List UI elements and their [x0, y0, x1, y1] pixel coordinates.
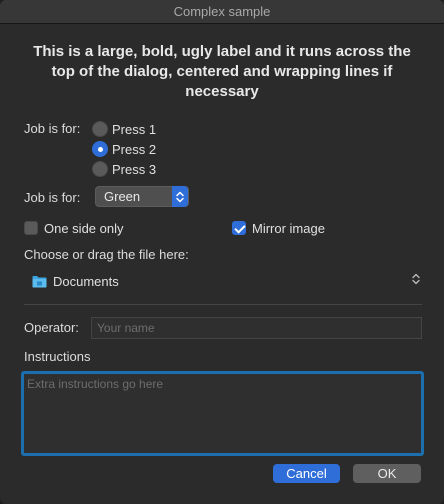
- radio-label: Press 3: [112, 161, 157, 177]
- radio-button[interactable]: [92, 161, 108, 177]
- instructions-label: Instructions: [24, 349, 91, 364]
- headline-label: This is a large, bold, ugly label and it…: [33, 43, 411, 100]
- checkbox-mirror-image[interactable]: Mirror image: [232, 220, 325, 236]
- checkbox-checked[interactable]: [232, 221, 246, 235]
- folder-icon: [32, 275, 47, 288]
- operator-input[interactable]: [91, 317, 422, 339]
- checkbox[interactable]: [24, 221, 38, 235]
- file-chooser-popup[interactable]: Documents: [32, 272, 424, 290]
- checkbox-label: Mirror image: [252, 220, 325, 236]
- chevron-updown-icon: [172, 186, 188, 207]
- radio-button-selected[interactable]: [92, 141, 108, 157]
- radio-label: Press 2: [112, 141, 157, 157]
- radio-label: Press 1: [112, 121, 157, 137]
- radio-button[interactable]: [92, 121, 108, 137]
- instructions-textarea[interactable]: [21, 371, 424, 456]
- radio-press-2[interactable]: Press 2: [92, 140, 156, 158]
- job-radio-label: Job is for:: [24, 121, 81, 136]
- separator: [24, 304, 422, 305]
- operator-label: Operator:: [24, 320, 79, 335]
- radio-press-1[interactable]: Press 1: [92, 120, 156, 138]
- checkbox-one-side[interactable]: One side only: [24, 220, 124, 236]
- job-popup-button[interactable]: Green: [95, 186, 189, 207]
- dialog-window: Complex sample This is a large, bold, ug…: [0, 0, 444, 504]
- cancel-button[interactable]: Cancel: [273, 464, 340, 483]
- chevron-updown-icon: [412, 273, 420, 286]
- popup-value: Green: [104, 189, 141, 204]
- checkbox-label: One side only: [44, 220, 124, 236]
- ok-button[interactable]: OK: [353, 464, 421, 483]
- folder-name: Documents: [53, 273, 119, 289]
- window-title: Complex sample: [0, 0, 444, 24]
- job-popup-label: Job is for:: [24, 190, 81, 205]
- file-chooser-label: Choose or drag the file here:: [24, 247, 189, 262]
- radio-press-3[interactable]: Press 3: [92, 160, 156, 178]
